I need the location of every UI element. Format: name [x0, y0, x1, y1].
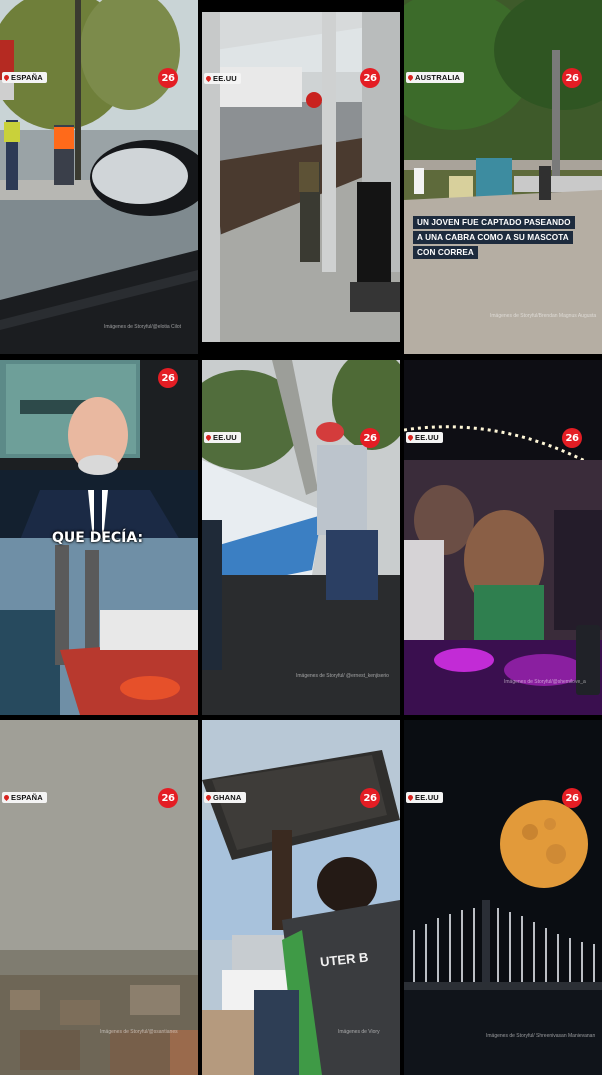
canal-26-logo-icon: 26: [158, 788, 178, 808]
location-badge: GHANA: [204, 792, 246, 803]
canal-26-logo-icon: 26: [360, 428, 380, 448]
news-caption: UN JOVEN FUE CAPTADO PASEANDO A UNA CABR…: [413, 216, 575, 259]
image-credit: Imágenes de Storyful/@elotia Cilot: [104, 324, 182, 330]
image-credit: Imágenes de Storyful/ Shreenivasan Manie…: [486, 1033, 596, 1039]
location-pin-icon: [204, 433, 213, 442]
location-label: GHANA: [213, 793, 242, 802]
location-badge: ESPAÑA: [2, 72, 47, 83]
location-badge: EE.UU: [406, 792, 443, 803]
location-pin-icon: [204, 74, 213, 83]
video-tile-3[interactable]: AUSTRALIA 26 UN JOVEN FUE CAPTADO PASEAN…: [404, 0, 602, 354]
location-badge: ESPAÑA: [2, 792, 47, 803]
location-badge: EE.UU: [406, 432, 443, 443]
location-pin-icon: [406, 433, 415, 442]
video-tile-9[interactable]: EE.UU 26 Imágenes de Storyful/ Shreeniva…: [404, 720, 602, 1075]
video-tile-6[interactable]: EE.UU 26 Imágenes de Storyful/@shemilove…: [404, 360, 602, 715]
location-label: EE.UU: [213, 433, 237, 442]
video-thumbnail: [0, 0, 198, 354]
video-thumbnail: [404, 720, 602, 1075]
video-tile-1[interactable]: ESPAÑA 26 Imágenes de Storyful/@elotia C…: [0, 0, 198, 354]
video-grid: ESPAÑA 26 Imágenes de Storyful/@elotia C…: [0, 0, 602, 1075]
video-thumbnail: [0, 720, 198, 1075]
image-credit: Imágenes de Storyful/Brendan Magnus Augu…: [490, 313, 597, 319]
image-credit: Imágenes de Storyful/@shemilove_a: [504, 679, 586, 685]
video-thumbnail: [404, 0, 602, 354]
canal-26-logo-icon: 26: [562, 428, 582, 448]
location-pin-icon: [2, 73, 11, 82]
location-badge: AUSTRALIA: [406, 72, 465, 83]
video-thumbnail: [202, 720, 400, 1075]
image-credit: Imágenes de Storyful/ @ernest_kenjiserio: [296, 673, 389, 679]
overlay-text: QUE DECÍA:: [52, 530, 144, 546]
caption-line: CON CORREA: [413, 246, 478, 259]
canal-26-logo-icon: 26: [562, 68, 582, 88]
caption-line: A UNA CABRA COMO A SU MASCOTA: [413, 231, 573, 244]
location-label: ESPAÑA: [11, 793, 43, 802]
image-credit: Imágenes de Storyful/@ssantianes: [100, 1029, 178, 1035]
video-tile-4[interactable]: 26 QUE DECÍA:: [0, 360, 198, 715]
location-label: ESPAÑA: [11, 73, 43, 82]
location-label: EE.UU: [213, 74, 237, 83]
video-thumbnail: [202, 360, 400, 715]
location-pin-icon: [406, 793, 415, 802]
video-thumbnail: [202, 12, 400, 342]
video-thumbnail: [404, 360, 602, 715]
video-tile-2[interactable]: EE.UU 26: [202, 12, 400, 342]
canal-26-logo-icon: 26: [360, 788, 380, 808]
location-pin-icon: [204, 793, 213, 802]
image-credit: Imágenes de Viory: [338, 1029, 380, 1035]
canal-26-logo-icon: 26: [158, 368, 178, 388]
location-pin-icon: [406, 73, 415, 82]
caption-line: UN JOVEN FUE CAPTADO PASEANDO: [413, 216, 575, 229]
video-tile-5[interactable]: EE.UU 26 Imágenes de Storyful/ @ernest_k…: [202, 360, 400, 715]
location-label: EE.UU: [415, 433, 439, 442]
location-pin-icon: [2, 793, 11, 802]
video-tile-8[interactable]: GHANA 26 UTER B Imágenes de Viory: [202, 720, 400, 1075]
location-badge: EE.UU: [204, 432, 241, 443]
video-tile-7[interactable]: ESPAÑA 26 Imágenes de Storyful/@ssantian…: [0, 720, 198, 1075]
canal-26-logo-icon: 26: [562, 788, 582, 808]
location-label: AUSTRALIA: [415, 73, 461, 82]
canal-26-logo-icon: 26: [158, 68, 178, 88]
location-label: EE.UU: [415, 793, 439, 802]
canal-26-logo-icon: 26: [360, 68, 380, 88]
location-badge: EE.UU: [204, 73, 241, 84]
